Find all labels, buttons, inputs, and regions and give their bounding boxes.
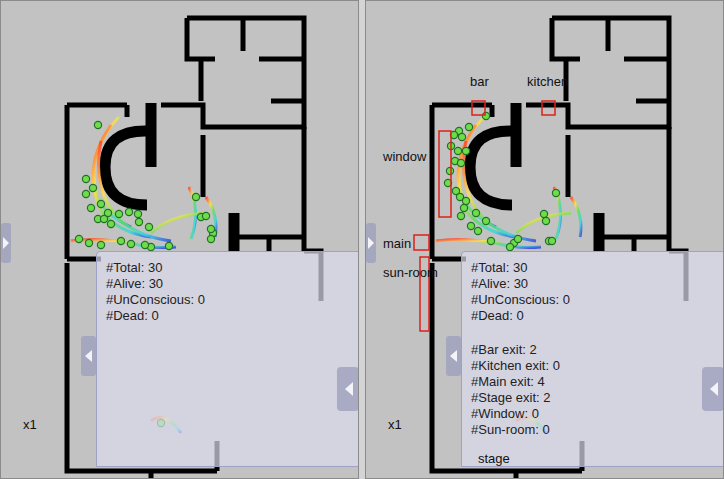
agent: [141, 241, 148, 248]
exit-stat-line: #Window: 0: [471, 406, 724, 422]
expand-icon[interactable]: [368, 237, 374, 249]
collapse-icon[interactable]: [345, 382, 353, 396]
agent: [482, 112, 489, 119]
stat-line: #Alive: 30: [471, 276, 724, 292]
agent: [117, 237, 124, 244]
agent: [467, 222, 474, 229]
agent: [482, 217, 489, 224]
agent: [542, 217, 549, 224]
exit-label: main: [383, 236, 411, 251]
panel-tabs: [1, 1, 359, 479]
exit-marker: [472, 101, 485, 115]
agent: [135, 218, 142, 225]
exit-stat-line: #Stage exit: 2: [471, 390, 724, 406]
exit-label: bar: [470, 74, 489, 89]
agent: [82, 190, 89, 197]
exit-stat-line: #Kitchen exit: 0: [471, 358, 724, 374]
stats-overlay: #Total: 30#Alive: 30#UnConscious: 0#Dead…: [461, 251, 724, 467]
agent: [145, 223, 152, 230]
exit-stat-line: #Main exit: 4: [471, 374, 724, 390]
agent: [540, 210, 547, 217]
stats-list: #Total: 30#Alive: 30#UnConscious: 0#Dead…: [97, 252, 359, 324]
agent: [458, 133, 465, 140]
agent: [165, 242, 172, 249]
agent: [548, 237, 555, 244]
agent: [457, 212, 464, 219]
agent: [454, 147, 461, 154]
agent: [506, 243, 513, 250]
stat-line: #Dead: 0: [106, 308, 359, 324]
agent: [462, 197, 469, 204]
agent: [97, 200, 104, 207]
stat-line: #Dead: 0: [471, 308, 724, 324]
panel-tabs: [366, 1, 724, 479]
exit-marker: [439, 131, 451, 217]
stat-line: #Alive: 30: [106, 276, 359, 292]
agent: [487, 237, 494, 244]
agent: [134, 210, 141, 217]
exit-stat-line: #Bar exit: 2: [471, 342, 724, 358]
agent: [89, 184, 96, 191]
agent: [474, 227, 481, 234]
exit-label: kitchen: [527, 74, 568, 89]
agent: [97, 241, 104, 248]
simulation-panel[interactable]: #Total: 30#Alive: 30#UnConscious: 0#Dead…: [365, 0, 724, 479]
collapse-icon[interactable]: [710, 382, 718, 396]
stats-overlay: #Total: 30#Alive: 30#UnConscious: 0#Dead…: [96, 251, 359, 467]
agent: [446, 167, 453, 174]
exit-marker: [542, 101, 555, 115]
agent: [460, 204, 467, 211]
agent: [552, 189, 559, 196]
agent: [87, 204, 94, 211]
collapse-icon[interactable]: [85, 350, 92, 362]
stat-line: #Total: 30: [471, 260, 724, 276]
speed-label: x1: [23, 417, 37, 432]
agent: [100, 215, 107, 222]
stat-line: #UnConscious: 0: [471, 292, 724, 308]
agent: [192, 193, 199, 200]
stat-line: #Total: 30: [106, 260, 359, 276]
agent: [207, 235, 214, 242]
agent: [85, 239, 92, 246]
exit-label: window: [383, 149, 426, 164]
simulation-views: #Total: 30#Alive: 30#UnConscious: 0#Dead…: [0, 0, 724, 479]
exit-label: stage: [478, 451, 510, 466]
agent: [94, 121, 101, 128]
agent: [457, 159, 464, 166]
agent: [462, 147, 469, 154]
stat-line: #UnConscious: 0: [106, 292, 359, 308]
agent: [465, 123, 472, 130]
agent: [115, 210, 122, 217]
agent: [207, 225, 214, 232]
speed-label: x1: [388, 417, 402, 432]
agent: [202, 212, 209, 219]
agent: [472, 209, 479, 216]
agent: [514, 235, 521, 242]
agent: [125, 208, 132, 215]
collapse-icon[interactable]: [450, 350, 457, 362]
agent: [107, 220, 114, 227]
agent: [127, 240, 134, 247]
agent: [75, 235, 82, 242]
expand-icon[interactable]: [3, 237, 9, 249]
exit-stat-line: #Sun-room: 0: [471, 422, 724, 438]
exit-marker: [414, 235, 429, 250]
exit-label: sun-room: [383, 265, 438, 280]
stats-list: #Total: 30#Alive: 30#UnConscious: 0#Dead…: [462, 252, 724, 438]
simulation-panel[interactable]: #Total: 30#Alive: 30#UnConscious: 0#Dead…: [0, 0, 359, 479]
agent: [82, 175, 89, 182]
